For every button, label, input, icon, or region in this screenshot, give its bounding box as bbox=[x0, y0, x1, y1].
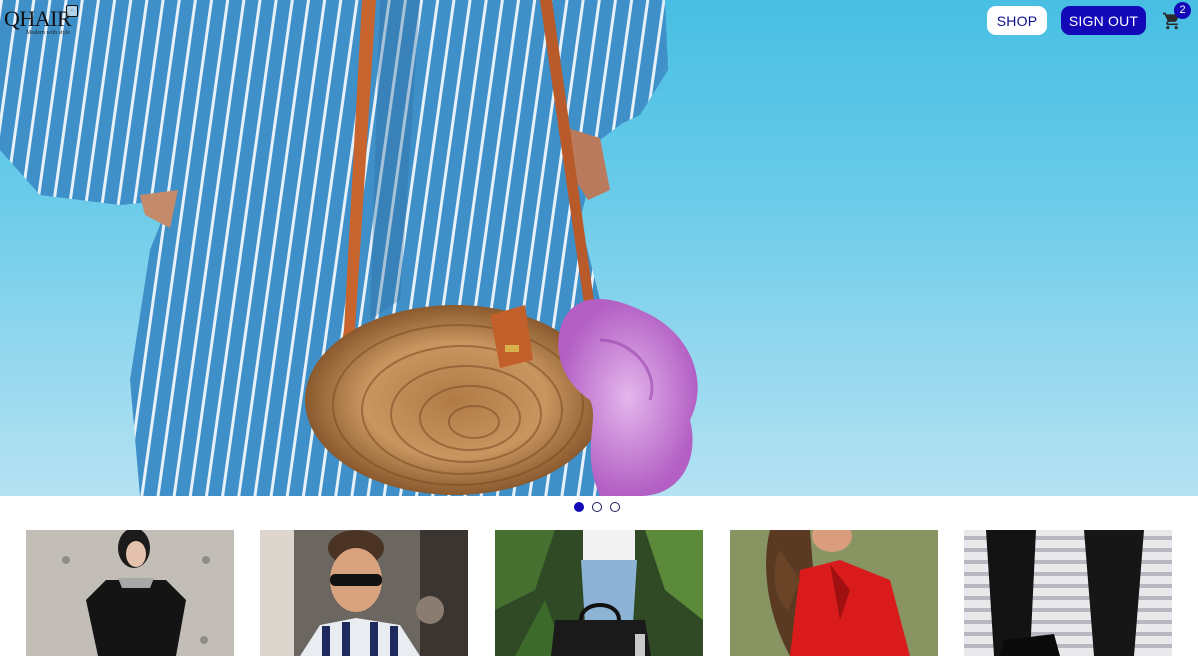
product-card[interactable] bbox=[26, 530, 234, 656]
product-card[interactable] bbox=[260, 530, 468, 656]
hero-banner bbox=[0, 0, 1198, 496]
product-image bbox=[730, 530, 938, 656]
product-card[interactable] bbox=[730, 530, 938, 656]
cart-count-badge: 2 bbox=[1174, 2, 1191, 19]
product-image bbox=[260, 530, 468, 656]
carousel-dot-3[interactable] bbox=[610, 502, 620, 512]
carousel-dot-2[interactable] bbox=[592, 502, 602, 512]
product-image bbox=[26, 530, 234, 656]
sign-out-button[interactable]: SIGN OUT bbox=[1061, 6, 1146, 35]
product-image bbox=[964, 530, 1172, 656]
carousel-indicators bbox=[574, 502, 620, 514]
brand-logo[interactable]: QHAIR ◦ Modern with style bbox=[4, 4, 82, 38]
hero-image bbox=[0, 0, 698, 496]
logo-mark-icon: ◦ bbox=[66, 5, 78, 17]
shop-button[interactable]: SHOP bbox=[987, 6, 1047, 35]
brand-tagline: Modern with style bbox=[26, 30, 70, 36]
carousel-dot-1[interactable] bbox=[574, 502, 584, 512]
brand-logo-text: QHAIR bbox=[4, 6, 72, 31]
product-card[interactable] bbox=[964, 530, 1172, 656]
product-image bbox=[495, 530, 703, 656]
product-card[interactable] bbox=[495, 530, 703, 656]
cart-button[interactable]: 2 bbox=[1160, 2, 1194, 34]
